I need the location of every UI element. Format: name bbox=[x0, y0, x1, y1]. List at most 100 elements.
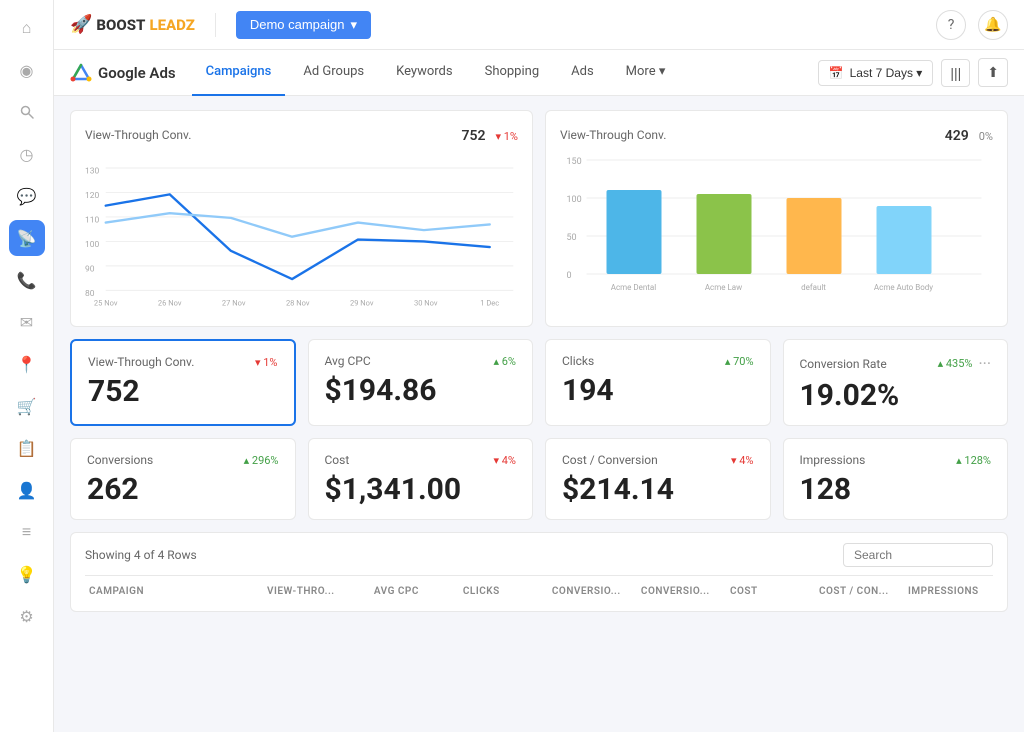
metric-label-6: Cost / Conversion bbox=[562, 453, 658, 467]
sidebar-item-search[interactable] bbox=[9, 94, 45, 130]
sidebar-item-user[interactable]: 👤 bbox=[9, 472, 45, 508]
svg-text:120: 120 bbox=[85, 191, 100, 201]
tab-ads[interactable]: Ads bbox=[557, 50, 608, 96]
metric-label-4: Conversions bbox=[87, 453, 153, 467]
svg-text:0: 0 bbox=[567, 271, 572, 281]
th-avg-cpc[interactable]: AVG CPC bbox=[370, 582, 459, 601]
svg-text:29 Nov: 29 Nov bbox=[350, 298, 374, 307]
tab-ad-groups[interactable]: Ad Groups bbox=[289, 50, 378, 96]
line-chart-card: View-Through Conv. 752 ▾ 1% 80 90 100 11… bbox=[70, 110, 533, 327]
sidebar-item-email[interactable]: ✉ bbox=[9, 304, 45, 340]
date-range-button[interactable]: 📅 Last 7 Days ▾ bbox=[818, 60, 934, 86]
metric-value-0: 752 bbox=[88, 377, 278, 407]
sidebar-item-signal[interactable]: 📡 bbox=[9, 220, 45, 256]
metric-value-3: 19.02% bbox=[800, 381, 992, 411]
table-search-input[interactable] bbox=[843, 543, 993, 567]
metric-card-conversions[interactable]: Conversions ▴ 296% 262 bbox=[70, 438, 296, 520]
metric-value-4: 262 bbox=[87, 475, 279, 505]
line-chart-svg-area: 80 90 100 110 120 130 bbox=[85, 152, 518, 312]
calendar-icon: 📅 bbox=[829, 66, 844, 80]
metric-change-0: ▾ 1% bbox=[255, 356, 278, 369]
sidebar-item-chat[interactable]: 💬 bbox=[9, 178, 45, 214]
sidebar-item-bulb[interactable]: 💡 bbox=[9, 556, 45, 592]
sidebar-item-doc[interactable]: 📋 bbox=[9, 430, 45, 466]
th-cost-per-conv[interactable]: COST / CON... bbox=[815, 582, 904, 601]
line-chart-svg: 80 90 100 110 120 130 bbox=[85, 152, 518, 312]
tab-more[interactable]: More ▾ bbox=[612, 50, 680, 96]
svg-text:Acme Auto Body: Acme Auto Body bbox=[874, 283, 933, 292]
sidebar-item-circle[interactable]: ◉ bbox=[9, 52, 45, 88]
date-range-label: Last 7 Days ▾ bbox=[850, 66, 923, 80]
sidebar-item-list[interactable]: ≡ bbox=[9, 514, 45, 550]
columns-icon: ||| bbox=[950, 65, 961, 81]
svg-text:1 Dec: 1 Dec bbox=[480, 298, 499, 307]
metric-header-1: Avg CPC ▴ 6% bbox=[325, 354, 517, 368]
nav-right-actions: 📅 Last 7 Days ▾ ||| ⬆ bbox=[818, 58, 1008, 87]
tab-campaigns[interactable]: Campaigns bbox=[192, 50, 286, 96]
metric-label-2: Clicks bbox=[562, 354, 594, 368]
logo-leadz: LEADZ bbox=[149, 16, 194, 34]
sidebar-item-home[interactable]: ⌂ bbox=[9, 10, 45, 46]
metric-value-5: $1,341.00 bbox=[325, 475, 517, 505]
columns-button[interactable]: ||| bbox=[941, 59, 970, 87]
th-conversions-2[interactable]: CONVERSIO... bbox=[637, 582, 726, 601]
metric-label-0: View-Through Conv. bbox=[88, 355, 194, 369]
metric-card-impressions[interactable]: Impressions ▴ 128% 128 bbox=[783, 438, 1009, 520]
metric-card-cost-per-conversion[interactable]: Cost / Conversion ▾ 4% $214.14 bbox=[545, 438, 771, 520]
demo-campaign-label: Demo campaign bbox=[250, 17, 345, 32]
metric-header-7: Impressions ▴ 128% bbox=[800, 453, 992, 467]
svg-text:27 Nov: 27 Nov bbox=[222, 298, 246, 307]
metric-change-6: ▾ 4% bbox=[731, 454, 754, 467]
metric-label-5: Cost bbox=[325, 453, 350, 467]
app-logo: 🚀 BOOSTLEADZ bbox=[70, 14, 195, 35]
metric-label-1: Avg CPC bbox=[325, 354, 371, 368]
sidebar-item-phone[interactable]: 📞 bbox=[9, 262, 45, 298]
tab-shopping[interactable]: Shopping bbox=[471, 50, 554, 96]
bar-chart-svg: 150 100 50 0 Acme Dental bbox=[560, 152, 993, 312]
share-button[interactable]: ⬆ bbox=[978, 58, 1008, 87]
metrics-row-2: Conversions ▴ 296% 262 Cost ▾ 4% $1,341.… bbox=[70, 438, 1008, 520]
sidebar: ⌂ ◉ ◷ 💬 📡 📞 ✉ 📍 🛒 📋 👤 ≡ 💡 ⚙ bbox=[0, 0, 54, 732]
svg-text:110: 110 bbox=[85, 216, 100, 226]
svg-text:30 Nov: 30 Nov bbox=[414, 298, 438, 307]
bar-chart-change: 0% bbox=[979, 130, 993, 143]
metric-card-conversion-rate[interactable]: Conversion Rate ▴ 435% ··· 19.02% bbox=[783, 339, 1009, 426]
sidebar-item-location[interactable]: 📍 bbox=[9, 346, 45, 382]
metric-change-7: ▴ 128% bbox=[956, 454, 991, 467]
metric-card-clicks[interactable]: Clicks ▴ 70% 194 bbox=[545, 339, 771, 426]
logo-boost: BOOST bbox=[96, 16, 145, 34]
metric-change-3: ▴ 435% bbox=[938, 357, 973, 370]
metric-card-cost[interactable]: Cost ▾ 4% $1,341.00 bbox=[308, 438, 534, 520]
help-button[interactable]: ? bbox=[936, 10, 966, 40]
notification-button[interactable]: 🔔 bbox=[978, 10, 1008, 40]
metric-card-avg-cpc[interactable]: Avg CPC ▴ 6% $194.86 bbox=[308, 339, 534, 426]
th-campaign[interactable]: CAMPAIGN bbox=[85, 582, 263, 601]
metric-label-7: Impressions bbox=[800, 453, 866, 467]
metric-change-1: ▴ 6% bbox=[494, 355, 517, 368]
sidebar-item-clock[interactable]: ◷ bbox=[9, 136, 45, 172]
topbar-right: ? 🔔 bbox=[936, 10, 1008, 40]
metric-header-5: Cost ▾ 4% bbox=[325, 453, 517, 467]
google-ads-logo-icon bbox=[70, 62, 92, 84]
metric-change-5: ▾ 4% bbox=[494, 454, 517, 467]
demo-campaign-button[interactable]: Demo campaign ▾ bbox=[236, 11, 371, 39]
bell-icon: 🔔 bbox=[984, 17, 1001, 33]
metric-header-6: Cost / Conversion ▾ 4% bbox=[562, 453, 754, 467]
metric-card-view-through[interactable]: View-Through Conv. ▾ 1% 752 bbox=[70, 339, 296, 426]
th-clicks[interactable]: CLICKS bbox=[459, 582, 548, 601]
th-cost[interactable]: COST bbox=[726, 582, 815, 601]
sidebar-item-cart[interactable]: 🛒 bbox=[9, 388, 45, 424]
th-impressions[interactable]: IMPRESSIONS bbox=[904, 582, 993, 601]
google-ads-title: Google Ads bbox=[98, 64, 176, 82]
th-conversions-1[interactable]: CONVERSIO... bbox=[548, 582, 637, 601]
metric-dots-button[interactable]: ··· bbox=[978, 354, 991, 373]
main-area: 🚀 BOOSTLEADZ Demo campaign ▾ ? 🔔 Go bbox=[54, 0, 1024, 732]
metric-header-3: Conversion Rate ▴ 435% ··· bbox=[800, 354, 992, 373]
th-view-through[interactable]: VIEW-THRO... bbox=[263, 582, 370, 601]
svg-text:25 Nov: 25 Nov bbox=[94, 298, 118, 307]
tab-keywords[interactable]: Keywords bbox=[382, 50, 466, 96]
table-area: Showing 4 of 4 Rows CAMPAIGN VIEW-THRO..… bbox=[70, 532, 1008, 612]
sidebar-item-settings[interactable]: ⚙ bbox=[9, 598, 45, 634]
metric-value-6: $214.14 bbox=[562, 475, 754, 505]
table-headers: CAMPAIGN VIEW-THRO... AVG CPC CLICKS CON… bbox=[85, 575, 993, 601]
